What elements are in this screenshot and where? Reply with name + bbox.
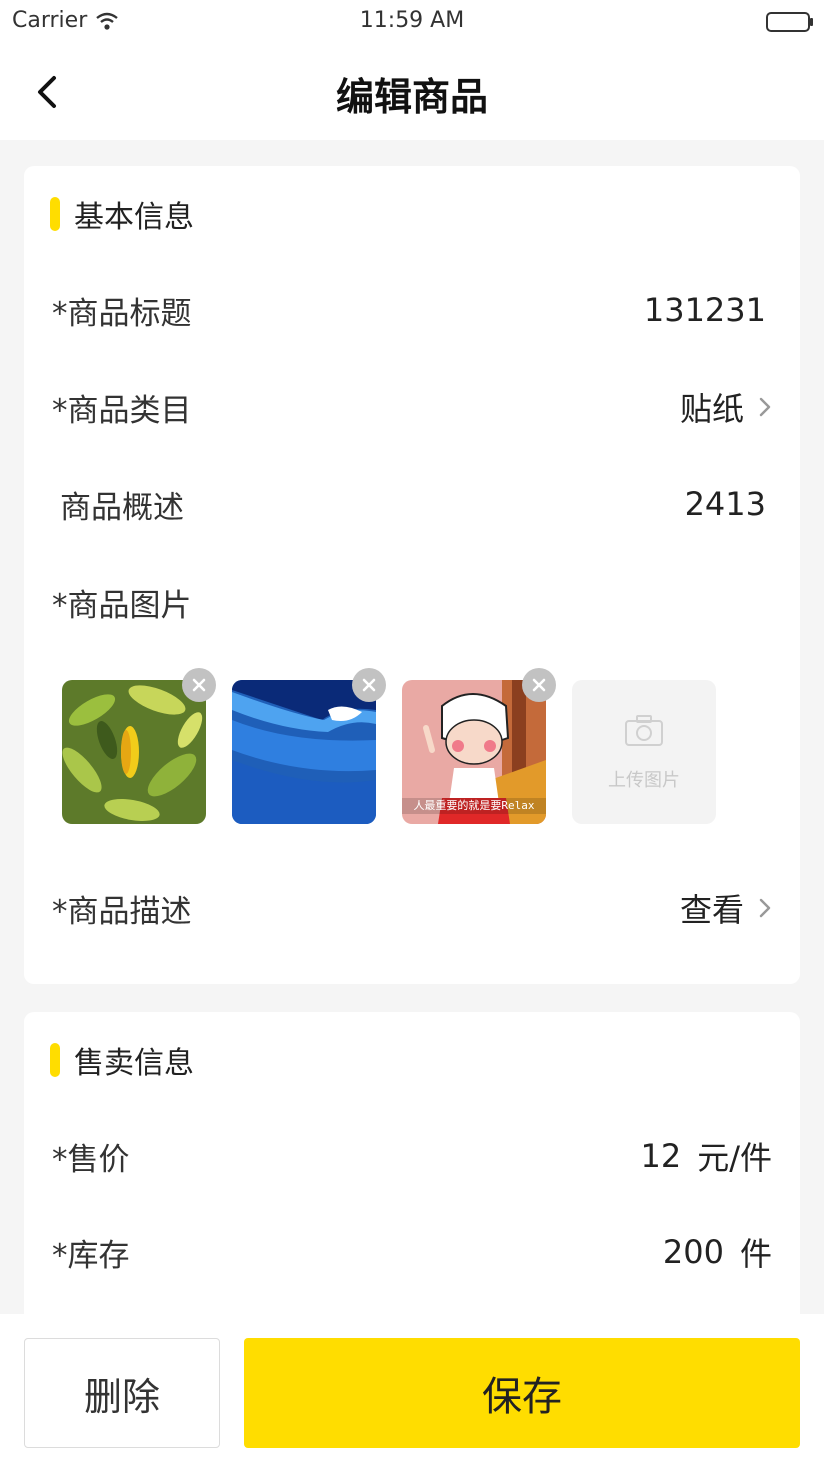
product-image-leaves[interactable] — [62, 680, 206, 824]
upload-label: 上传图片 — [608, 770, 680, 791]
cartoon-caption: 人最重要的就是要Relax — [413, 799, 535, 812]
product-category-value: 贴纸 — [679, 390, 744, 428]
product-summary-row[interactable]: 商品概述 2413 — [52, 474, 772, 534]
sale-info-header: 售卖信息 — [50, 1042, 194, 1081]
chevron-right-icon — [759, 397, 771, 417]
product-category-value-group: 贴纸 — [680, 384, 772, 430]
product-description-label: *商品描述 — [52, 893, 192, 930]
battery-icon — [766, 12, 813, 32]
basic-info-card: 基本信息 *商品标题 131231 *商品类目 贴纸 商品概述 2413 *商品… — [24, 166, 800, 984]
section-accent-bar — [50, 1043, 60, 1077]
product-description-action-group: 查看 — [680, 885, 772, 931]
price-value[interactable]: 12 — [640, 1137, 681, 1175]
product-category-row[interactable]: *商品类目 贴纸 — [52, 377, 772, 437]
section-title: 基本信息 — [74, 200, 194, 235]
price-label: *售价 — [52, 1141, 130, 1178]
remove-image-button[interactable] — [352, 668, 386, 702]
leaves-photo — [62, 680, 206, 824]
product-title-label: *商品标题 — [52, 295, 192, 332]
product-summary-value: 2413 — [684, 485, 766, 523]
section-accent-bar — [50, 197, 60, 231]
page-title: 编辑商品 — [335, 75, 488, 119]
status-bar: Carrier 11:59 AM — [0, 0, 824, 44]
stock-row[interactable]: *库存 200 件 — [52, 1222, 772, 1282]
blue-wave-photo — [232, 680, 376, 824]
camera-icon — [625, 715, 663, 746]
close-icon — [532, 678, 546, 692]
stock-unit: 件 — [739, 1235, 772, 1273]
product-description-row[interactable]: *商品描述 查看 — [52, 878, 772, 938]
product-title-value: 131231 — [643, 291, 766, 329]
close-icon — [192, 678, 206, 692]
view-description-link[interactable]: 查看 — [680, 885, 744, 931]
price-value-group: 12 元/件 — [640, 1133, 772, 1179]
save-button[interactable]: 保存 — [244, 1338, 800, 1448]
price-unit: 元/件 — [697, 1139, 772, 1177]
navigation-bar: 编辑商品 — [0, 44, 824, 140]
close-icon — [362, 678, 376, 692]
basic-info-header: 基本信息 — [50, 196, 194, 235]
section-title: 售卖信息 — [74, 1046, 194, 1081]
bottom-action-bar: 删除 保存 — [0, 1314, 824, 1476]
delete-button[interactable]: 删除 — [24, 1338, 220, 1448]
product-images-label: *商品图片 — [52, 587, 192, 624]
stock-value[interactable]: 200 — [663, 1233, 724, 1271]
product-category-label: *商品类目 — [52, 392, 192, 429]
stock-value-group: 200 件 — [663, 1229, 772, 1275]
remove-image-button[interactable] — [182, 668, 216, 702]
sale-info-card: 售卖信息 *售价 12 元/件 *库存 200 件 — [24, 1012, 800, 1332]
product-images-row: *商品图片 — [52, 572, 772, 632]
product-title-row[interactable]: *商品标题 131231 — [52, 280, 772, 340]
remove-image-button[interactable] — [522, 668, 556, 702]
chevron-right-icon — [759, 898, 771, 918]
product-summary-label: 商品概述 — [60, 489, 184, 526]
product-image-blue-wave[interactable] — [232, 680, 376, 824]
upload-image-button[interactable]: 上传图片 — [572, 680, 716, 824]
price-row[interactable]: *售价 12 元/件 — [52, 1126, 772, 1186]
product-image-cartoon[interactable]: 人最重要的就是要Relax — [402, 680, 546, 824]
stock-label: *库存 — [52, 1237, 130, 1274]
status-time: 11:59 AM — [359, 8, 465, 33]
